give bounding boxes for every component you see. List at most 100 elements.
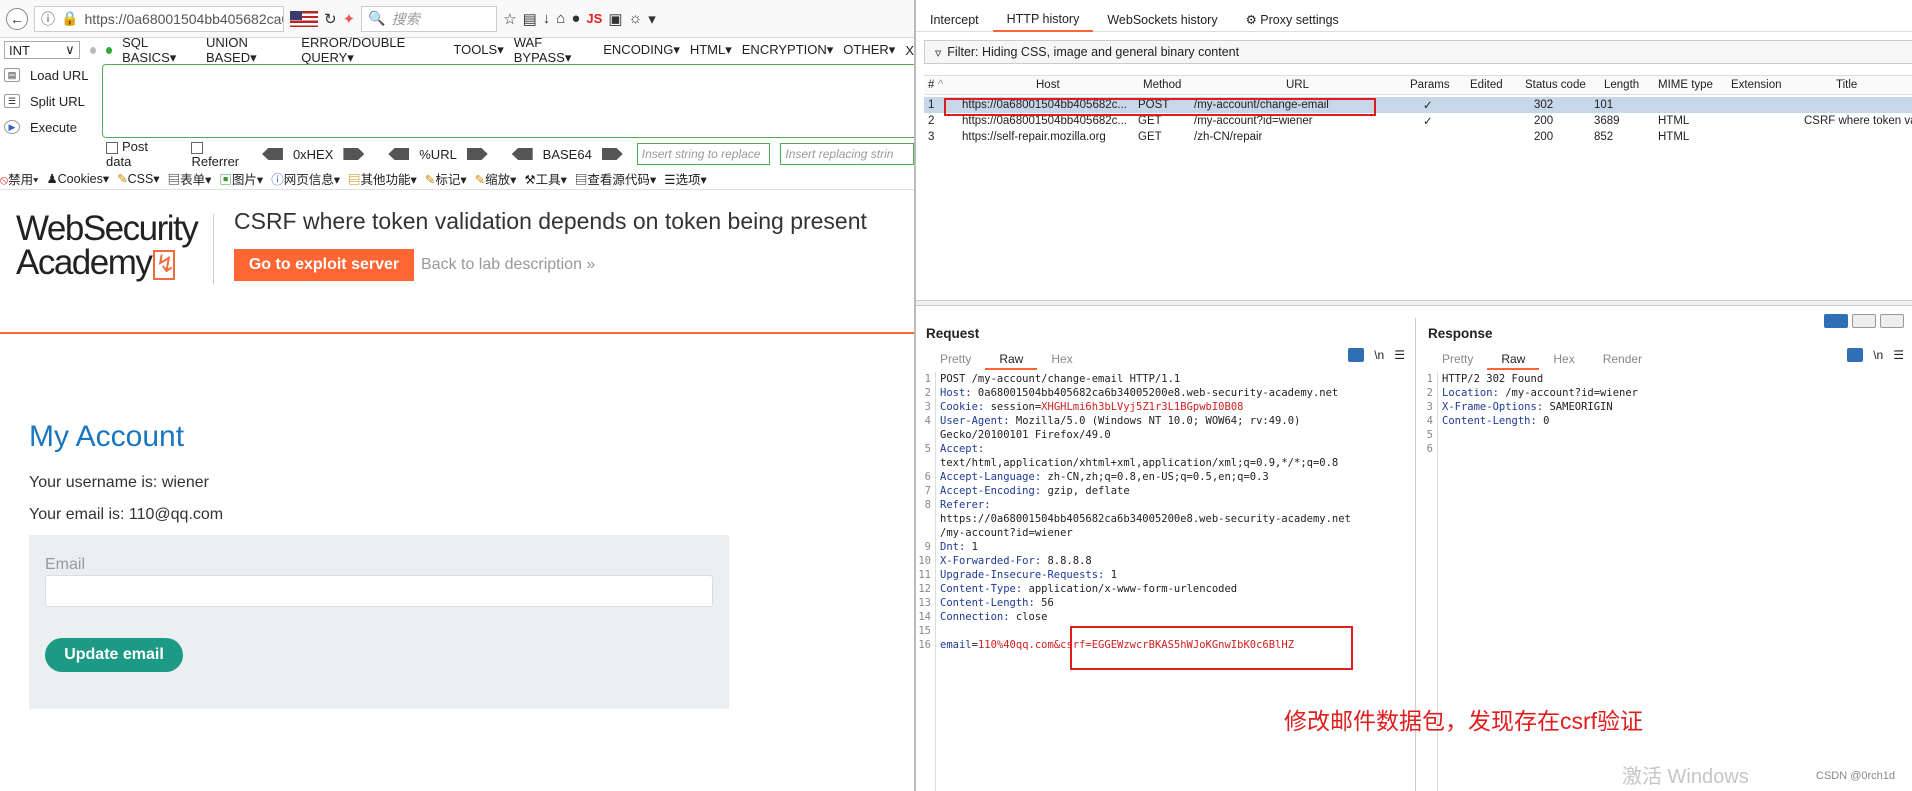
arrow-right-icon[interactable] xyxy=(601,148,623,160)
code-line: /my-account?id=wiener xyxy=(940,526,1411,540)
disable-menu[interactable]: ⦸禁用▾ xyxy=(0,169,38,188)
tab-websockets-history[interactable]: WebSockets history xyxy=(1093,9,1231,31)
tools-menu[interactable]: ⚒工具▾ xyxy=(524,169,567,188)
col-length[interactable]: Length xyxy=(1604,79,1639,91)
hackbar-menu-union[interactable]: UNION BASED▾ xyxy=(206,35,291,66)
forms-menu[interactable]: ▤表单▾ xyxy=(168,169,212,188)
split-url-button[interactable]: ☰ Split URL xyxy=(0,88,100,114)
arrow-left-icon[interactable] xyxy=(511,148,533,160)
hackbar-menu-x[interactable]: X xyxy=(905,43,914,58)
webdev-toolbar: ⦸禁用▾ ♟Cookies▾ ✎CSS▾ ▤表单▾ ▣图片▾ ⓘ网页信息▾ ▤其… xyxy=(0,168,914,190)
table-row[interactable]: 1 https://0a68001504bb405682c... POST /m… xyxy=(924,97,1912,113)
wrap-icon[interactable] xyxy=(1847,348,1864,362)
view-source-menu[interactable]: ▤查看源代码▾ xyxy=(575,169,656,188)
hackbar-menu-other[interactable]: OTHER▾ xyxy=(843,42,895,58)
tab-raw[interactable]: Raw xyxy=(1487,350,1540,370)
col-mime[interactable]: MIME type xyxy=(1658,79,1713,91)
hackbar-menu-encoding[interactable]: ENCODING▾ xyxy=(603,42,680,58)
tab-pretty[interactable]: Pretty xyxy=(926,350,985,370)
clipboard-icon[interactable]: ▤ xyxy=(523,10,537,28)
tab-hex[interactable]: Hex xyxy=(1037,350,1086,370)
tab-hex[interactable]: Hex xyxy=(1539,350,1588,370)
arrow-right-icon[interactable] xyxy=(466,148,488,160)
arrow-right-icon[interactable] xyxy=(343,148,365,160)
chevron-down-icon[interactable]: ▾ xyxy=(648,10,656,28)
col-params[interactable]: Params xyxy=(1410,79,1450,91)
username-text: Your username is: wiener xyxy=(29,474,209,491)
url-encode-label: %URL xyxy=(419,146,457,162)
info-menu[interactable]: ⓘ网页信息▾ xyxy=(271,169,340,188)
load-url-button[interactable]: ▤ Load URL xyxy=(0,62,100,88)
line-number: 6 xyxy=(924,471,931,483)
css-menu[interactable]: ✎CSS▾ xyxy=(117,171,159,186)
resize-menu[interactable]: ✎缩放▾ xyxy=(475,169,517,188)
tab-intercept[interactable]: Intercept xyxy=(916,9,993,31)
tab-raw[interactable]: Raw xyxy=(985,350,1038,370)
search-input[interactable]: 🔍 搜索 xyxy=(361,5,498,32)
header-key: email xyxy=(940,639,972,651)
back-button[interactable]: ← xyxy=(6,7,28,30)
reload-icon[interactable]: ↻ xyxy=(324,10,337,28)
referrer-checkbox[interactable]: Referrer xyxy=(191,139,252,169)
table-row[interactable]: 3 https://self-repair.mozilla.org GET /z… xyxy=(924,129,1912,145)
arrow-left-icon[interactable] xyxy=(262,148,283,160)
col-extension[interactable]: Extension xyxy=(1731,79,1782,91)
tab-render[interactable]: Render xyxy=(1589,350,1656,370)
wrap-icon[interactable] xyxy=(1348,348,1365,362)
address-bar[interactable]: ⓘ 🔒 https://0a68001504bb405682ca6b xyxy=(34,5,284,32)
hackbar-menu-html[interactable]: HTML▾ xyxy=(690,42,732,58)
col-edited[interactable]: Edited xyxy=(1470,79,1503,91)
exploit-server-button[interactable]: Go to exploit server xyxy=(234,249,414,281)
hackbar-menu-waf[interactable]: WAF BYPASS▾ xyxy=(514,35,594,66)
replacing-string-input[interactable]: Insert replacing strin xyxy=(780,143,914,165)
col-num[interactable]: # xyxy=(928,79,934,91)
line-number: 16 xyxy=(918,639,931,651)
execute-button[interactable]: ▶ Execute xyxy=(0,114,100,140)
hackbar-menu-encryption[interactable]: ENCRYPTION▾ xyxy=(742,42,834,58)
menu-icon[interactable]: ☰ xyxy=(1394,348,1405,362)
tab-http-history[interactable]: HTTP history xyxy=(992,8,1094,32)
globe-icon[interactable]: ● xyxy=(571,10,580,27)
hackbar-textarea[interactable] xyxy=(102,64,914,138)
update-email-button[interactable]: Update email xyxy=(45,638,183,672)
palette-icon[interactable]: ☼ xyxy=(629,10,643,27)
highlighted-value: XHGHLmi6h3bLVyj5Z1r3L1BGpwbI0B08 xyxy=(1041,401,1244,413)
cookies-menu[interactable]: ♟Cookies▾ xyxy=(46,171,109,186)
tab-proxy-settings[interactable]: ⚙ Proxy settings xyxy=(1232,8,1353,31)
col-status[interactable]: Status code xyxy=(1525,79,1586,91)
email-field[interactable] xyxy=(45,575,713,607)
replace-string-input[interactable]: Insert string to replace xyxy=(636,143,771,165)
bookmark-star-icon[interactable]: ☆ xyxy=(503,10,516,28)
hackbar-select[interactable]: INT ∨ xyxy=(4,41,80,59)
hackbar-menu-tools[interactable]: TOOLS▾ xyxy=(453,42,503,58)
us-flag-icon[interactable] xyxy=(290,10,318,27)
js-toggle[interactable]: JS xyxy=(586,11,602,26)
arrow-left-icon[interactable] xyxy=(388,148,410,160)
col-url[interactable]: URL xyxy=(1286,79,1309,91)
code-line: User-Agent: Mozilla/5.0 (Windows NT 10.0… xyxy=(940,414,1411,428)
filter-bar[interactable]: ▿ Filter: Hiding CSS, image and general … xyxy=(924,40,1912,64)
tab-pretty[interactable]: Pretty xyxy=(1428,350,1487,370)
hackbar-menu-error[interactable]: ERROR/DOUBLE QUERY▾ xyxy=(301,35,443,66)
home-icon[interactable]: ⌂ xyxy=(556,10,565,27)
table-row[interactable]: 2 https://0a68001504bb405682c... GET /my… xyxy=(924,113,1912,129)
col-method[interactable]: Method xyxy=(1143,79,1181,91)
hackbar-menu-sql[interactable]: SQL BASICS▾ xyxy=(122,35,196,66)
col-host[interactable]: Host xyxy=(1036,79,1060,91)
bird-icon[interactable]: ✦ xyxy=(343,10,356,28)
newline-toggle[interactable]: \n xyxy=(1374,348,1384,362)
newline-toggle[interactable]: \n xyxy=(1873,348,1883,362)
web-security-academy-logo[interactable]: WebSecurity Academy ↯ xyxy=(16,211,199,280)
options-menu[interactable]: ☰选项▾ xyxy=(664,169,707,188)
misc-menu[interactable]: ▤其他功能▾ xyxy=(348,169,417,188)
image-icon[interactable]: ▣ xyxy=(608,10,622,28)
menu-icon[interactable]: ☰ xyxy=(1893,348,1904,362)
download-icon[interactable]: ↓ xyxy=(543,10,551,27)
outline-menu[interactable]: ✎标记▾ xyxy=(425,169,467,188)
pane-splitter[interactable] xyxy=(916,300,1912,306)
burp-window: Intercept HTTP history WebSockets histor… xyxy=(914,0,1912,791)
post-data-checkbox[interactable]: Post data xyxy=(106,139,173,169)
col-title[interactable]: Title xyxy=(1836,79,1857,91)
images-menu[interactable]: ▣图片▾ xyxy=(219,169,263,188)
back-to-lab-link[interactable]: Back to lab description » xyxy=(421,256,595,274)
